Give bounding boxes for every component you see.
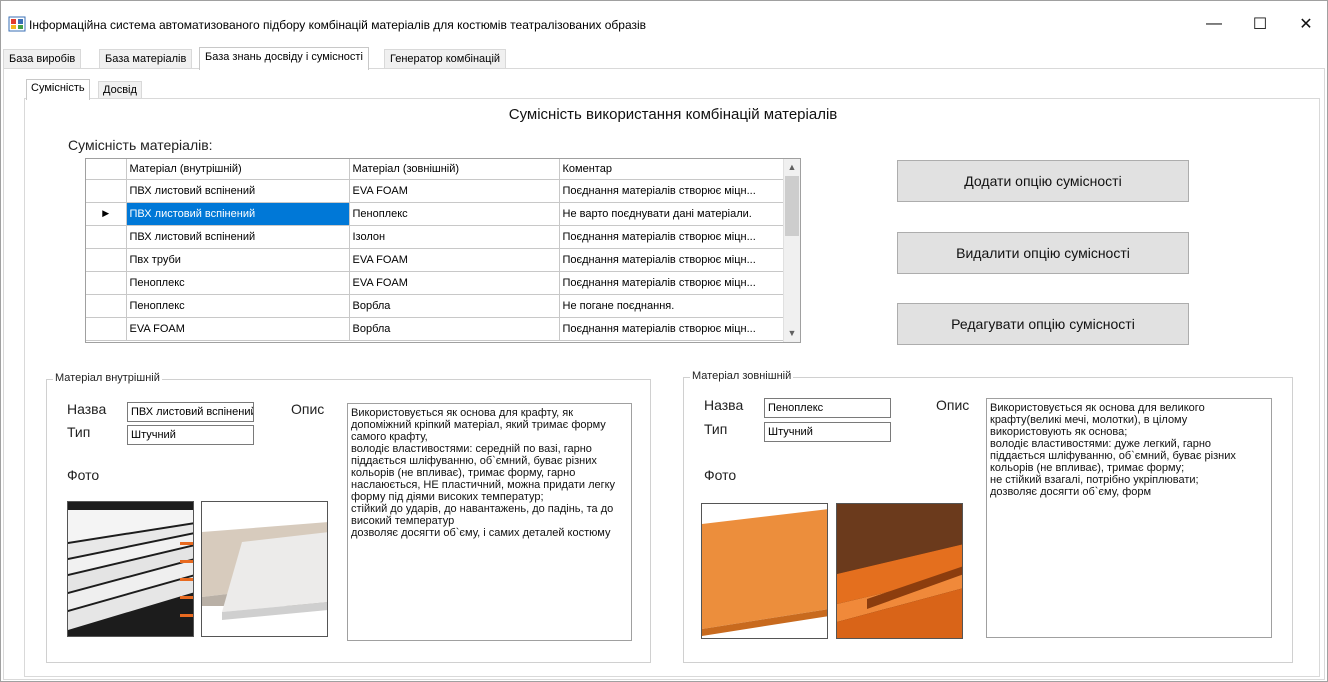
grid-scrollbar[interactable]: ▲ ▼ [783,159,800,342]
cell-outer[interactable]: Ворбла [349,294,560,318]
scroll-thumb[interactable] [785,176,799,236]
inner-name-field[interactable]: ПВХ листовий вспінений [127,402,254,422]
outer-name-label: Назва [704,397,744,413]
column-header-outer[interactable]: Матеріал (зовнішній) [349,159,560,180]
page-title: Сумісність використання комбінацій матер… [508,106,838,123]
column-header-inner[interactable]: Матеріал (внутрішній) [126,159,350,180]
cell-outer[interactable]: EVA FOAM [349,179,560,203]
penoplex-grooved-image [837,504,962,638]
penoplex-slab-image [702,504,827,638]
table-row[interactable]: EVA FOAM Ворбла Поєднання матеріалів ств… [86,317,787,341]
outer-name-field[interactable]: Пеноплекс [764,398,891,418]
outer-description[interactable]: Використовується як основа для великого … [986,398,1272,638]
cell-comment[interactable]: Поєднання матеріалів створює міцн... [559,317,787,341]
cell-outer[interactable]: Ворбла [349,317,560,341]
row-header[interactable]: ▶ [86,202,127,226]
row-header[interactable] [86,271,127,295]
row-header-corner [86,159,127,180]
column-header-comment[interactable]: Коментар [559,159,787,180]
pvc-sheet-closeup-image [202,502,327,636]
cell-outer[interactable]: Ізолон [349,225,560,249]
cell-comment[interactable]: Не погане поєднання. [559,294,787,318]
outer-group-title: Матеріал зовнішній [690,370,794,382]
inner-name-label: Назва [67,401,107,417]
main-tab-panel: Сумісність Досвід Сумісність використанн… [3,68,1325,680]
table-row[interactable]: Пвх труби EVA FOAM Поєднання матеріалів … [86,248,787,272]
cell-inner[interactable]: Пеноплекс [126,271,350,295]
maximize-button[interactable]: ☐ [1237,1,1283,47]
close-button[interactable]: ✕ [1283,1,1328,47]
cell-comment[interactable]: Поєднання матеріалів створює міцн... [559,179,787,203]
outer-type-field[interactable]: Штучний [764,422,891,442]
inner-type-field[interactable]: Штучний [127,425,254,445]
table-row[interactable]: ПВХ листовий вспінений Ізолон Поєднання … [86,225,787,249]
tab-knowledge-base[interactable]: База знань досвіду і сумісності [199,47,369,70]
tab-combination-generator[interactable]: Генератор комбінацій [384,49,507,69]
cell-outer[interactable]: EVA FOAM [349,271,560,295]
cell-inner[interactable]: ПВХ листовий вспінений [126,179,350,203]
inner-photo-label: Фото [67,467,100,483]
pvc-sheets-image [68,502,193,636]
inner-description[interactable]: Використовується як основа для крафту, я… [347,403,632,641]
cell-comment[interactable]: Не варто поєднувати дані матеріали. [559,202,787,226]
tab-compatibility[interactable]: Сумісність [26,79,90,100]
inner-group-title: Матеріал внутрішній [53,372,162,384]
cell-outer[interactable]: EVA FOAM [349,248,560,272]
table-row[interactable]: ПВХ листовий вспінений EVA FOAM Поєднанн… [86,179,787,203]
compatibility-grid[interactable]: Матеріал (внутрішній) Матеріал (зовнішні… [85,158,801,343]
minimize-button[interactable]: — [1191,1,1237,47]
outer-photo-2 [836,503,963,639]
table-header-row: Матеріал (внутрішній) Матеріал (зовнішні… [86,159,787,180]
compatibility-table: Матеріал (внутрішній) Матеріал (зовнішні… [86,159,787,341]
cell-inner[interactable]: EVA FOAM [126,317,350,341]
tab-materials-base[interactable]: База матеріалів [99,49,193,69]
compatibility-panel: Сумісність використання комбінацій матер… [24,98,1320,677]
row-header[interactable] [86,248,127,272]
outer-desc-label: Опис [936,397,970,413]
cell-comment[interactable]: Поєднання матеріалів створює міцн... [559,271,787,295]
delete-compatibility-button[interactable]: Видалити опцію сумісності [897,232,1189,274]
cell-inner[interactable]: ПВХ листовий вспінений [126,202,350,226]
cell-inner[interactable]: Пеноплекс [126,294,350,318]
scroll-down-icon[interactable]: ▼ [784,325,800,342]
table-row[interactable]: Пеноплекс Ворбла Не погане поєднання. [86,294,787,318]
title-bar: Інформаційна система автоматизованого пі… [1,1,1327,47]
outer-photo-label: Фото [704,467,737,483]
cell-inner[interactable]: Пвх труби [126,248,350,272]
row-header[interactable] [86,179,127,203]
add-compatibility-button[interactable]: Додати опцію сумісності [897,160,1189,202]
app-icon [8,16,26,32]
row-header[interactable] [86,225,127,249]
outer-photo-1 [701,503,828,639]
inner-material-group: Матеріал внутрішній Назва ПВХ листовий в… [46,372,651,663]
cell-comment[interactable]: Поєднання матеріалів створює міцн... [559,248,787,272]
inner-photo-2 [201,501,328,637]
inner-photo-1 [67,501,194,637]
row-header[interactable] [86,317,127,341]
cell-outer[interactable]: Пеноплекс [349,202,560,226]
outer-material-group: Матеріал зовнішній Назва Пеноплекс Тип Ш… [683,370,1293,663]
grid-caption: Сумісність матеріалів: [68,137,213,153]
tab-products-base[interactable]: База виробів [3,49,82,69]
app-window: Інформаційна система автоматизованого пі… [0,0,1328,682]
window-title: Інформаційна система автоматизованого пі… [29,18,647,32]
row-header[interactable] [86,294,127,318]
scroll-up-icon[interactable]: ▲ [784,159,800,176]
cell-comment[interactable]: Поєднання матеріалів створює міцн... [559,225,787,249]
inner-type-label: Тип [67,424,91,440]
outer-type-label: Тип [704,421,728,437]
edit-compatibility-button[interactable]: Редагувати опцію сумісності [897,303,1189,345]
main-tab-strip: База виробів База матеріалів База знань … [1,47,1327,70]
tab-experience[interactable]: Досвід [98,81,142,99]
table-row[interactable]: Пеноплекс EVA FOAM Поєднання матеріалів … [86,271,787,295]
table-row-selected[interactable]: ▶ ПВХ листовий вспінений Пеноплекс Не ва… [86,202,787,226]
inner-desc-label: Опис [291,401,325,417]
cell-inner[interactable]: ПВХ листовий вспінений [126,225,350,249]
